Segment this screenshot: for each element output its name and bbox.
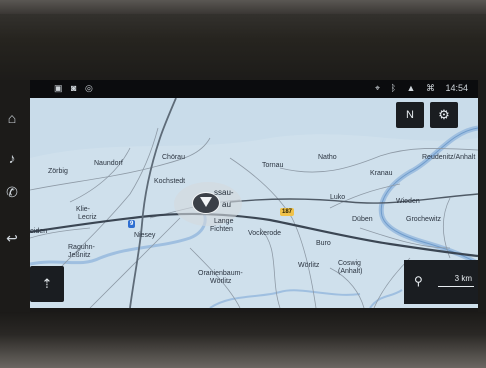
status-bar: ▣ ◙ ◎ ⌖ ᛒ ▲ ⌘ 14:54 <box>30 80 478 98</box>
place-natho: Natho <box>318 154 337 161</box>
bluetooth-icon: ᛒ <box>390 83 396 93</box>
place-lenzig: Lecriz <box>78 214 97 221</box>
sim-icon: ▣ <box>54 83 66 93</box>
place-reudnitz: Reudenitz/Anhalt <box>422 154 476 161</box>
scale-value: 3 km <box>454 274 472 283</box>
phone-icon: ◙ <box>71 83 80 93</box>
clock-time: 14:54 <box>445 83 468 93</box>
place-vockerode: Vockerode <box>248 230 282 237</box>
vehicle-position-marker <box>192 192 220 214</box>
infotainment-screen: ▣ ◙ ◎ ⌖ ᛒ ▲ ⌘ 14:54 Zörbig Naundorf Chör… <box>30 80 478 308</box>
place-tornau: Tornau <box>262 162 284 169</box>
place-coswig: Coswig <box>338 260 361 267</box>
place-duben: Düben <box>352 216 373 223</box>
place-naundorf: Naundorf <box>94 160 123 167</box>
dashboard-bottom-bezel <box>0 312 486 368</box>
right-bezel <box>478 80 486 320</box>
place-woerlitz2: Wörlitz <box>210 278 232 285</box>
status-right-icons: ⌖ ᛒ ▲ ⌘ 14:54 <box>367 83 468 94</box>
position-arrow-icon: ⇡ <box>41 276 53 291</box>
place-wiesen: Wieden <box>396 198 420 205</box>
signal-icon: ▲ <box>406 83 416 93</box>
place-kochstedt: Kochstedt <box>154 178 186 185</box>
place-chorau: Chörau <box>162 154 185 161</box>
place-kleinlange: Lange <box>214 218 234 225</box>
compass-icon: N <box>406 109 414 121</box>
place-woerlitz: Wörlitz <box>298 262 320 269</box>
place-rosslau: au <box>222 200 231 209</box>
place-zorbig: Zörbig <box>48 168 68 175</box>
place-klieken: Klie- <box>76 206 91 213</box>
place-luko: Luko <box>330 194 346 201</box>
route-badge-b187: 187 <box>280 208 295 216</box>
phone-side-icon[interactable]: ✆ <box>4 184 20 200</box>
dashboard-trim <box>0 0 486 14</box>
compass-button[interactable]: N <box>396 102 424 128</box>
dashboard-top-bezel <box>0 0 486 88</box>
navigation-map[interactable]: Zörbig Naundorf Chörau Kochstedt ssau- a… <box>30 98 478 308</box>
place-anhalt: (Anhalt) <box>338 268 363 275</box>
gear-icon: ⚙ <box>438 107 450 122</box>
connect-icon: ◎ <box>84 83 96 93</box>
media-icon[interactable]: ♪ <box>4 150 20 166</box>
place-grochewitz: Grochewitz <box>406 216 442 223</box>
home-icon[interactable]: ⌂ <box>4 110 20 126</box>
place-buro: Buro <box>316 240 331 247</box>
place-oranienbaum: Oranienbaum- <box>198 270 243 277</box>
place-jessnitz: Jeßnitz <box>68 252 91 259</box>
vehicle-arrow-icon <box>200 197 212 207</box>
place-heiden: eiden <box>30 228 48 235</box>
scale-bar <box>438 286 474 287</box>
network-icon: ⌘ <box>425 83 435 93</box>
route-badge-a9: 9 <box>128 220 136 228</box>
place-niesey: Niesey <box>134 232 156 239</box>
status-left-icons: ▣ ◙ ◎ <box>54 83 96 94</box>
place-raguhn: Raguhn- <box>68 244 95 251</box>
zoom-icon: ⚲ <box>414 274 423 288</box>
place-kranau: Kranau <box>370 170 393 177</box>
location-icon: ⌖ <box>375 83 381 93</box>
left-bezel: ⌂ ♪ ✆ ↩ <box>0 80 30 320</box>
place-fichten: Fichten <box>210 226 233 233</box>
current-position-button[interactable]: ⇡ <box>30 266 64 302</box>
map-settings-button[interactable]: ⚙ <box>430 102 458 128</box>
map-scale-control[interactable]: ⚲ 3 km <box>404 260 478 304</box>
back-icon[interactable]: ↩ <box>4 230 20 246</box>
